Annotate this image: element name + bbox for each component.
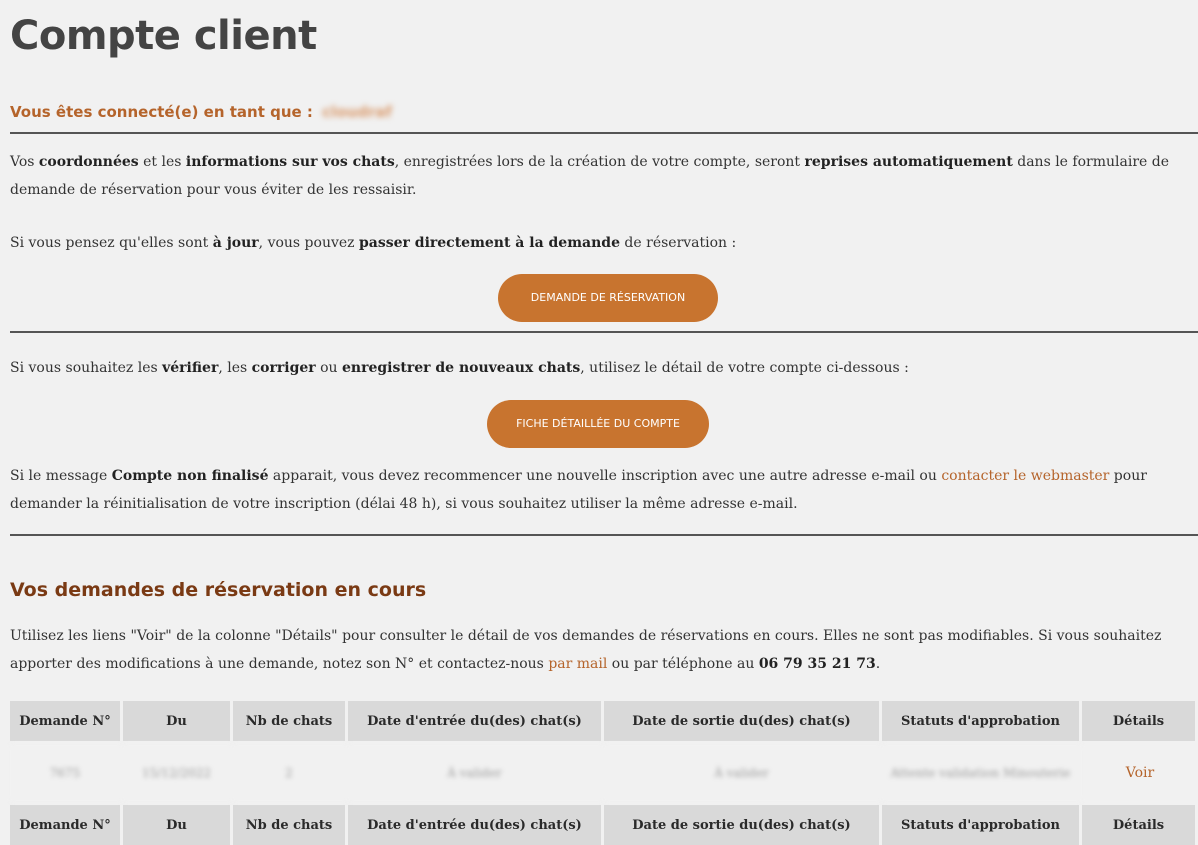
table-cell-nb-chats: 2 xyxy=(233,745,348,801)
column-header: Nb de chats xyxy=(233,701,348,741)
text: , enregistrées lors de la création de vo… xyxy=(394,154,805,170)
table-footer-row: Demande N° Du Nb de chats Date d'entrée du(… xyxy=(10,805,1198,845)
page: Compte client Vous êtes connecté(e) en t… xyxy=(0,0,1198,845)
column-header: Nb de chats xyxy=(233,805,348,845)
text: ou xyxy=(315,360,343,376)
verify-paragraph: Si vous souhaitez les vérifier, les corr… xyxy=(10,354,1190,382)
table-cell-sortie: À valider xyxy=(604,745,882,801)
column-header: Statuts d'approbation xyxy=(882,701,1082,741)
table-cell-entree: À valider xyxy=(348,745,604,801)
login-prefix: Vous êtes connecté(e) en tant que : xyxy=(10,103,313,121)
intro-paragraph-2: Si vous pensez qu'elles sont à jour, vou… xyxy=(10,229,1190,257)
text: . xyxy=(875,656,881,672)
bold-text: Compte non finalisé xyxy=(111,468,269,484)
column-header: Du xyxy=(123,805,233,845)
column-header: Demande N° xyxy=(10,805,123,845)
bold-text: corriger xyxy=(251,360,316,376)
reservations-title: Vos demandes de réservation en cours xyxy=(10,579,427,601)
reservations-info-paragraph: Utilisez les liens "Voir" de la colonne … xyxy=(10,622,1190,678)
column-header: Demande N° xyxy=(10,701,123,741)
bold-text: vérifier xyxy=(162,360,219,376)
table-cell-statut: Attente validation Minouterie xyxy=(882,745,1082,801)
text: Si vous souhaitez les xyxy=(10,360,163,376)
intro-paragraph: Vos coordonnées et les informations sur … xyxy=(10,148,1190,204)
column-header: Statuts d'approbation xyxy=(882,805,1082,845)
text: , vous pouvez xyxy=(258,235,359,251)
bold-text: 06 79 35 21 73 xyxy=(758,656,876,672)
table-cell-details: Voir xyxy=(1082,745,1198,801)
view-details-link[interactable]: Voir xyxy=(1126,765,1154,781)
text: Si vous pensez qu'elles sont xyxy=(10,235,213,251)
column-header: Date d'entrée du(des) chat(s) xyxy=(348,805,604,845)
table-header-row: Demande N° Du Nb de chats Date d'entrée du(… xyxy=(10,701,1198,741)
table-cell-numero: 7675 xyxy=(10,745,123,801)
table-cell-du: 15/12/2022 xyxy=(123,745,233,801)
reservations-table: Demande N° Du Nb de chats Date d'entrée du(… xyxy=(10,701,1198,845)
unfinished-account-paragraph: Si le message Compte non finalisé appara… xyxy=(10,462,1190,518)
page-title: Compte client xyxy=(10,13,317,59)
column-header: Date d'entrée du(des) chat(s) xyxy=(348,701,604,741)
account-details-button[interactable]: FICHE DÉTAILLÉE DU COMPTE xyxy=(487,400,709,448)
divider xyxy=(10,132,1198,134)
username: cloudraf xyxy=(322,103,392,121)
column-header: Détails xyxy=(1082,701,1198,741)
bold-text: passer directement à la demande xyxy=(359,235,620,251)
bold-text: informations sur vos chats xyxy=(185,154,395,170)
text: et les xyxy=(138,154,186,170)
inline-link[interactable]: par mail xyxy=(548,656,607,672)
divider xyxy=(10,534,1198,536)
text: , utilisez le détail de votre compte ci-… xyxy=(580,360,909,376)
column-header: Du xyxy=(123,701,233,741)
text: Vos xyxy=(10,154,39,170)
text: Si le message xyxy=(10,468,112,484)
text: apparait, vous devez recommencer une nou… xyxy=(268,468,942,484)
text: ou par téléphone au xyxy=(607,656,759,672)
reservation-request-button[interactable]: DEMANDE DE RÉSERVATION xyxy=(498,274,718,322)
text: , les xyxy=(218,360,252,376)
bold-text: à jour xyxy=(212,235,259,251)
divider xyxy=(10,331,1198,333)
inline-link[interactable]: contacter le webmaster xyxy=(941,468,1109,484)
table-row: 7675 15/12/2022 2 À valider À valider Attente… xyxy=(10,745,1198,801)
text: de réservation : xyxy=(619,235,737,251)
bold-text: reprises automatiquement xyxy=(804,154,1013,170)
bold-text: coordonnées xyxy=(38,154,139,170)
column-header: Date de sortie du(des) chat(s) xyxy=(604,701,882,741)
column-header: Date de sortie du(des) chat(s) xyxy=(604,805,882,845)
column-header: Détails xyxy=(1082,805,1198,845)
bold-text: enregistrer de nouveaux chats xyxy=(342,360,581,376)
login-status: Vous êtes connecté(e) en tant que : clou… xyxy=(10,103,392,121)
